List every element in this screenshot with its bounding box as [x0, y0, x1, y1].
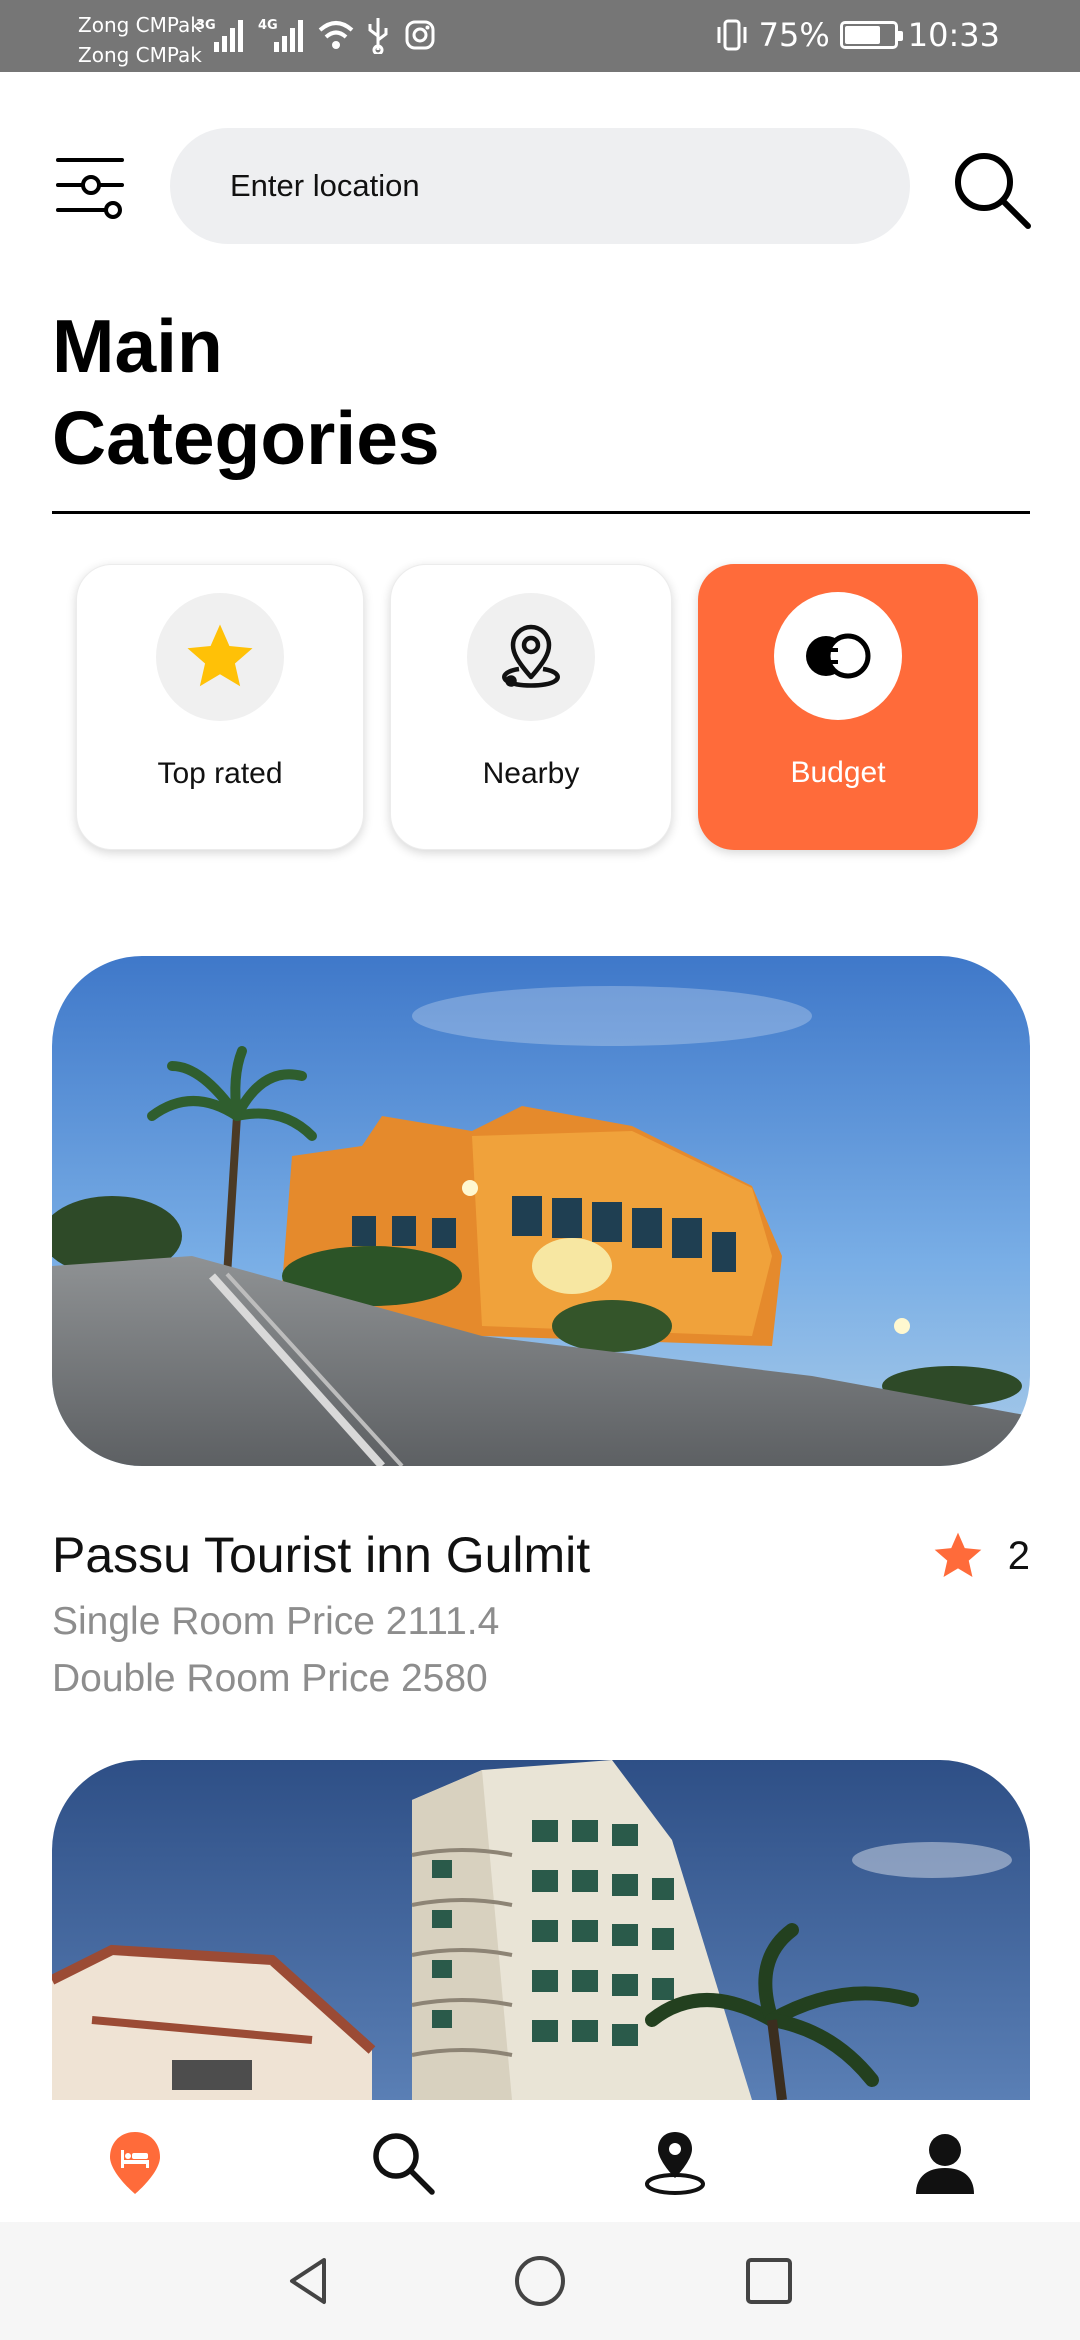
category-icon-circle: [156, 593, 284, 721]
search-icon[interactable]: [950, 148, 1032, 230]
vibrate-icon: [717, 19, 747, 51]
clock: 10:33: [907, 16, 1000, 54]
carrier-2: Zong CMPak: [78, 43, 202, 67]
single-room-price: Single Room Price 2111.4: [52, 1600, 500, 1643]
location-placeholder: Enter location: [230, 168, 420, 203]
usb-icon: [368, 18, 388, 54]
hotel-image[interactable]: [52, 1760, 1030, 2100]
signal-icon: [214, 20, 243, 52]
category-budget[interactable]: Budget: [698, 564, 978, 850]
coins-icon: [806, 633, 871, 679]
category-top-rated[interactable]: Top rated: [76, 564, 364, 850]
search-icon[interactable]: [368, 2128, 438, 2198]
battery-percent: 75%: [758, 16, 830, 54]
status-right: 75% 10:33: [715, 16, 1000, 54]
map-pin-icon: [502, 624, 560, 688]
hotel-pin-icon[interactable]: [100, 2128, 170, 2198]
hotel-photo: [52, 1760, 1030, 2100]
signal-icon: [274, 20, 303, 52]
map-location-icon[interactable]: [640, 2128, 710, 2198]
hotel-name[interactable]: Passu Tourist inn Gulmit: [52, 1526, 590, 1584]
status-bar: Zong CMPak Zong CMPak 3G 4G 75% 10:33: [0, 0, 1080, 72]
category-nearby[interactable]: Nearby: [390, 564, 672, 850]
star-icon: [934, 1532, 982, 1577]
title-divider: [52, 511, 1030, 514]
hotel-photo: [52, 956, 1030, 1466]
star-icon: [187, 624, 253, 687]
page-title: Main Categories: [52, 304, 440, 480]
rating-value: 2: [1007, 1533, 1030, 1578]
bottom-navigation: [0, 2100, 1080, 2222]
location-search-input[interactable]: Enter location: [170, 128, 910, 244]
back-icon[interactable]: [282, 2254, 336, 2308]
battery-icon: [839, 21, 903, 49]
category-icon-circle: [467, 593, 595, 721]
carrier-1: Zong CMPak: [78, 13, 202, 37]
carrier-info: Zong CMPak Zong CMPak: [78, 10, 202, 70]
wifi-icon: [318, 21, 354, 49]
double-room-price: Double Room Price 2580: [52, 1657, 488, 1700]
system-navigation-bar: [0, 2222, 1080, 2340]
profile-icon[interactable]: [910, 2128, 980, 2198]
filter-sliders-button[interactable]: [55, 150, 125, 220]
home-icon[interactable]: [513, 2254, 567, 2308]
instagram-icon: [405, 20, 435, 50]
category-label: Nearby: [482, 757, 580, 790]
category-label: Budget: [790, 756, 886, 789]
category-icon-circle: [774, 592, 902, 720]
hotel-image[interactable]: [52, 956, 1030, 1466]
hotel-rating: 2: [930, 1528, 1030, 1584]
battery-fill: [844, 26, 880, 44]
recents-icon[interactable]: [742, 2254, 796, 2308]
category-label: Top rated: [157, 757, 283, 790]
